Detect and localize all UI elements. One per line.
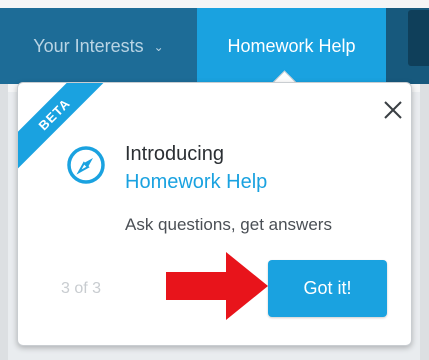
compass-icon [67,146,105,184]
step-indicator: 3 of 3 [61,280,102,297]
close-icon [384,101,402,119]
red-arrow-icon [166,252,268,320]
backdrop-left [0,84,8,360]
nav-item-next-button[interactable] [408,10,429,66]
product-name: Homework Help [125,171,268,193]
got-it-button[interactable]: Got it! [268,260,387,317]
backdrop-right [420,84,429,360]
nav-item-homework-help[interactable]: Homework Help [197,8,386,84]
nav-item-label: Homework Help [227,35,356,56]
popup-subtitle: Ask questions, get answers [125,215,332,234]
nav-item-your-interests[interactable]: Your Interests ⌄ [0,8,197,84]
top-navigation: Your Interests ⌄ Homework Help [0,8,429,84]
chevron-down-icon: ⌄ [153,40,164,54]
feature-intro-popup: BETA Introducing Homework Help Ask quest… [17,82,412,346]
nav-item-label: Your Interests [33,35,144,56]
close-button[interactable] [378,95,408,125]
intro-text: Introducing [125,143,224,165]
